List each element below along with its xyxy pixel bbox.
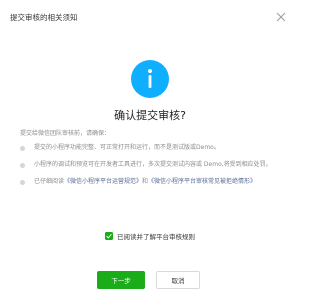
dialog-header-title: 提交审核的相关须知 [10, 13, 78, 22]
rejection-cases-link[interactable]: 《微信小程序平台审核常见被拒绝情形》 [148, 178, 256, 185]
bullet-dot [20, 163, 25, 168]
submit-review-dialog: 提交审核的相关须知 确认提交审核? 提交给微信团队审核前，请确保： 提交的小程序… [0, 0, 300, 300]
bullet-dot [20, 180, 25, 185]
bullet-dot [20, 146, 25, 151]
agree-label[interactable]: 已阅读并了解平台审核规则 [117, 231, 195, 241]
dialog-main-title: 确认提交审核? [114, 109, 186, 122]
notice-item: 提交的小程序功能完整、可正常打开和运行，而不是测试版或Demo。 [20, 143, 282, 153]
agree-row: 已阅读并了解平台审核规则 [0, 230, 300, 242]
notice-text: 小程序的调试和预览可在开发者工具进行，多次提交测试内容或 Demo,将受到相应处… [34, 161, 272, 168]
notice-text: 提交的小程序功能完整、可正常打开和运行，而不是测试版或Demo。 [34, 144, 220, 151]
close-icon[interactable] [274, 9, 288, 23]
next-button[interactable]: 下一步 [97, 271, 145, 289]
notice-prefix: 已仔细阅读 [34, 178, 65, 185]
intro-text: 提交给微信团队审核前，请确保： [20, 130, 111, 137]
notice-list: 提交的小程序功能完整、可正常打开和运行，而不是测试版或Demo。 小程序的调试和… [20, 143, 282, 194]
notice-item: 已仔细阅读《微信小程序平台运营规范》和《微信小程序平台审核常见被拒绝情形》 [20, 177, 282, 187]
dialog-header: 提交审核的相关须知 [0, 0, 300, 36]
cancel-button[interactable]: 取消 [156, 271, 200, 289]
operation-rules-link[interactable]: 《微信小程序平台运营规范》 [64, 178, 142, 185]
agree-checkbox[interactable] [105, 232, 113, 240]
check-icon [106, 233, 112, 239]
info-icon [131, 60, 169, 98]
notice-item: 小程序的调试和预览可在开发者工具进行，多次提交测试内容或 Demo,将受到相应处… [20, 160, 282, 170]
